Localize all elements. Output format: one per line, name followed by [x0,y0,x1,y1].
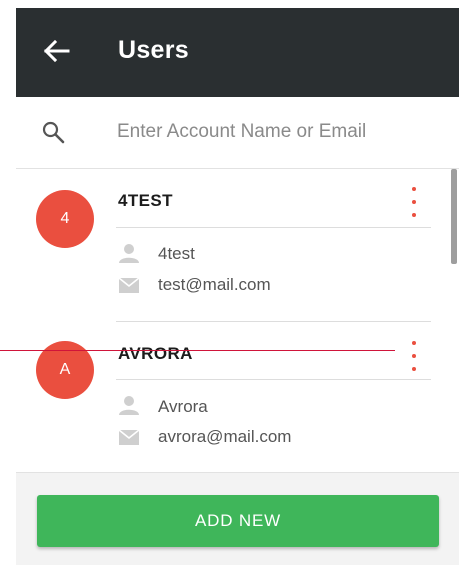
search-input[interactable] [117,115,437,149]
footer: ADD NEW [16,472,459,565]
search-icon [42,121,65,144]
user-username: 4test [158,244,195,263]
user-email: avrora@mail.com [158,427,292,446]
email-icon [118,277,140,293]
user-list: 4 4TEST 4test test@mail.com A AVRORA Avr… [16,169,459,472]
app-header: Users [16,8,459,97]
divider [116,321,431,322]
list-item[interactable]: A AVRORA Avrora avrora@mail.com [16,321,446,472]
annotation-line [0,350,395,351]
user-email: test@mail.com [158,275,271,294]
divider [116,379,431,380]
scrollbar[interactable] [451,169,457,264]
person-icon [119,396,139,415]
more-menu-icon[interactable] [404,187,424,217]
list-item[interactable]: 4 4TEST 4test test@mail.com [16,169,446,321]
add-new-button[interactable]: ADD NEW [37,495,439,547]
divider [116,227,431,228]
user-username: Avrora [158,397,208,416]
user-name: AVRORA [118,344,193,363]
person-icon [119,244,139,263]
search-bar [16,97,459,169]
email-icon [118,429,140,445]
avatar: 4 [36,190,94,248]
user-name: 4TEST [118,191,173,210]
arrow-left-icon[interactable] [42,39,70,63]
page-title: Users [118,36,189,64]
more-menu-icon[interactable] [404,341,424,371]
